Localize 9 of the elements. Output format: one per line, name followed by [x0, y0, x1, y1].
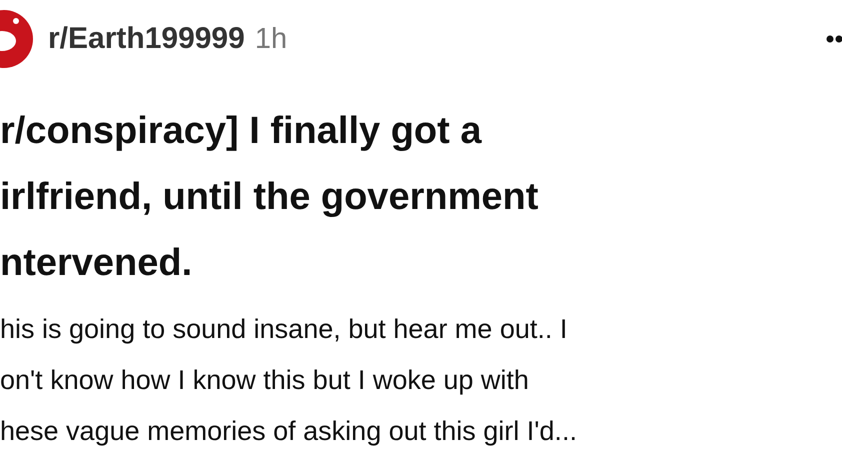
- more-options-icon[interactable]: [826, 35, 842, 43]
- post-body-text: his is going to sound insane, but hear me out.. I: [0, 313, 568, 346]
- post-age: 1h: [254, 22, 288, 56]
- post-title[interactable]: irlfriend, until the government: [0, 164, 842, 230]
- post-body-text: on't know how I know this but I woke up with: [0, 364, 530, 397]
- post-body-text: hese vague memories of asking out this girl I'd...: [0, 415, 578, 448]
- post-title[interactable]: r/conspiracy] I finally got a: [0, 98, 842, 164]
- post-title[interactable]: ntervened.: [0, 230, 842, 296]
- community-name[interactable]: r/Earth199999: [48, 22, 245, 56]
